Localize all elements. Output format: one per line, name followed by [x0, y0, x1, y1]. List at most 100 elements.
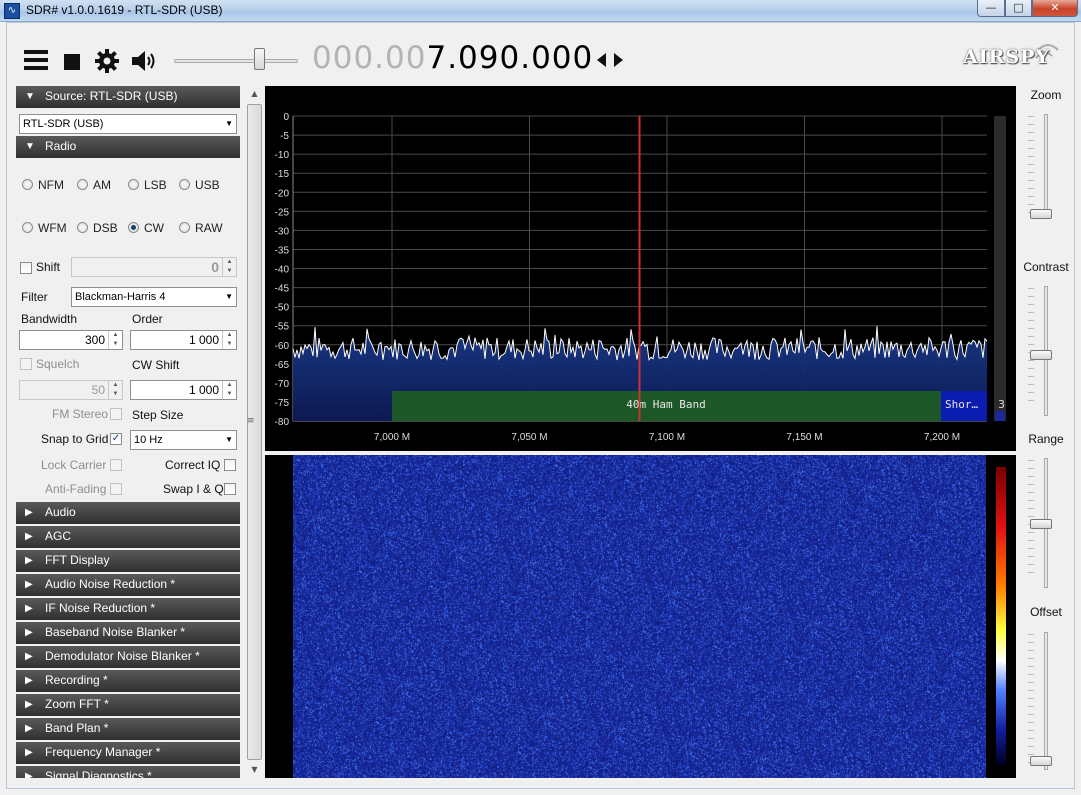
offset-slider-thumb[interactable]	[1030, 756, 1052, 766]
anti-fading-checkbox[interactable]	[110, 483, 122, 495]
step-size-select[interactable]: 10 Hz ▼	[130, 430, 237, 450]
section-header-audio[interactable]: ▶ Audio	[16, 502, 240, 524]
shift-input[interactable]: 0 ▲ ▼	[71, 257, 237, 277]
section-header-band-plan[interactable]: ▶ Band Plan *	[16, 718, 240, 740]
scroll-down-arrow-icon[interactable]: ▼	[246, 762, 263, 778]
range-slider-thumb[interactable]	[1030, 519, 1052, 529]
section-header-zoom-fft[interactable]: ▶ Zoom FFT *	[16, 694, 240, 716]
waterfall-canvas[interactable]	[293, 455, 986, 778]
mode-label: WFM	[38, 221, 67, 235]
settings-panel: ▼ Source: RTL-SDR (USB) RTL-SDR (USB) ▼ ▼ R…	[14, 86, 240, 778]
scroll-up-arrow-icon[interactable]: ▲	[246, 86, 263, 102]
contrast-label: Contrast	[1023, 260, 1069, 274]
splitter-grip-icon[interactable]: ≡	[247, 416, 255, 430]
squelch-checkbox[interactable]	[20, 358, 32, 370]
spectrum-display[interactable]: 0 -5 -10 -15 -20 -25 -30 -35 -40 -45 -50 -55 -60 -65 -…	[265, 86, 1016, 451]
frequency-display[interactable]: 000.007.090.000	[312, 40, 593, 76]
squelch-input[interactable]: 50 ▲ ▼	[19, 380, 123, 400]
section-header-demodulator-noise-blanker[interactable]: ▶ Demodulator Noise Blanker *	[16, 646, 240, 668]
close-button[interactable]: ✕	[1032, 0, 1078, 17]
spin-arrows-icon[interactable]: ▲ ▼	[108, 331, 122, 349]
spin-arrows-icon[interactable]: ▲ ▼	[222, 331, 236, 349]
radio-circle[interactable]	[179, 222, 190, 233]
section-header-frequency-manager[interactable]: ▶ Frequency Manager *	[16, 742, 240, 764]
section-header-baseband-noise-blanker[interactable]: ▶ Baseband Noise Blanker *	[16, 622, 240, 644]
section-header-signal-diagnostics[interactable]: ▶ Signal Diagnostics *	[16, 766, 240, 778]
section-header-audio-noise-reduction[interactable]: ▶ Audio Noise Reduction *	[16, 574, 240, 596]
maximize-button[interactable]: □	[1005, 0, 1032, 17]
band-plan-label: 40m Ham Band	[626, 398, 705, 411]
zoom-slider[interactable]	[1044, 114, 1048, 216]
settings-scrollbar[interactable]: ▲ ▼	[246, 86, 263, 778]
filter-select[interactable]: Blackman-Harris 4 ▼	[71, 287, 237, 307]
mode-radio-am[interactable]: AM	[77, 178, 111, 192]
bandwidth-input[interactable]: 300 ▲ ▼	[19, 330, 123, 350]
level-meter	[994, 116, 1006, 421]
waterfall-display[interactable]	[265, 455, 1016, 778]
radio-circle[interactable]	[179, 179, 190, 190]
offset-slider[interactable]	[1044, 632, 1048, 770]
lock-carrier-checkbox[interactable]	[110, 459, 122, 471]
stop-icon[interactable]	[64, 54, 80, 70]
spin-arrows-icon[interactable]: ▲ ▼	[108, 381, 122, 399]
radio-circle[interactable]	[22, 179, 33, 190]
mode-radio-wfm[interactable]: WFM	[22, 221, 67, 235]
section-header-agc[interactable]: ▶ AGC	[16, 526, 240, 548]
volume-slider-thumb[interactable]	[253, 48, 265, 70]
shift-label: Shift	[36, 260, 61, 274]
spin-arrows-icon[interactable]: ▲ ▼	[222, 381, 236, 399]
x-tick-label: 7,000 M	[374, 432, 410, 443]
range-label: Range	[1028, 432, 1064, 446]
y-tick-label: -60	[275, 341, 290, 352]
radio-circle[interactable]	[77, 222, 88, 233]
snap-to-grid-checkbox[interactable]: ✓	[110, 433, 122, 445]
section-header-source[interactable]: ▼ Source: RTL-SDR (USB)	[16, 86, 240, 108]
menu-icon[interactable]	[24, 50, 48, 70]
zoom-slider-thumb[interactable]	[1030, 209, 1052, 219]
bandwidth-value: 300	[84, 333, 105, 347]
level-meter-fill	[995, 411, 1005, 421]
cw-shift-input[interactable]: 1 000 ▲ ▼	[130, 380, 237, 400]
section-header-if-noise-reduction[interactable]: ▶ IF Noise Reduction *	[16, 598, 240, 620]
section-header-radio[interactable]: ▼ Radio	[16, 136, 240, 158]
mode-radio-dsb[interactable]: DSB	[77, 221, 118, 235]
collapse-triangle-icon: ▼	[25, 91, 35, 102]
gear-icon[interactable]	[94, 48, 120, 74]
minimize-button[interactable]: —	[977, 0, 1005, 17]
source-device-select[interactable]: RTL-SDR (USB) ▼	[19, 114, 237, 134]
squelch-value: 50	[91, 383, 105, 397]
scrollbar-thumb[interactable]	[247, 104, 262, 760]
radio-circle[interactable]	[22, 222, 33, 233]
swap-iq-checkbox[interactable]	[224, 483, 236, 495]
correct-iq-checkbox[interactable]	[224, 459, 236, 471]
y-tick-label: -5	[280, 131, 289, 142]
mode-radio-lsb[interactable]: LSB	[128, 178, 167, 192]
mode-radio-raw[interactable]: RAW	[179, 221, 223, 235]
mode-radio-nfm[interactable]: NFM	[22, 178, 64, 192]
mode-radio-usb[interactable]: USB	[179, 178, 220, 192]
order-input[interactable]: 1 000 ▲ ▼	[130, 330, 237, 350]
section-header-recording[interactable]: ▶ Recording *	[16, 670, 240, 692]
radio-circle-selected[interactable]	[128, 222, 139, 233]
frequency-leading-digits[interactable]: 000.00	[312, 40, 426, 76]
frequency-digits[interactable]: 7.090.000	[426, 40, 593, 76]
section-header-label: Zoom FFT *	[45, 697, 109, 711]
spin-arrows-icon[interactable]: ▲ ▼	[222, 258, 236, 276]
title-bar: ∿ SDR# v1.0.0.1619 - RTL-SDR (USB) — □ ✕	[0, 0, 1081, 22]
expand-triangle-icon: ▶	[25, 555, 33, 566]
anti-fading-label: Anti-Fading	[45, 482, 107, 496]
tune-arrows-icon[interactable]	[596, 52, 624, 68]
contrast-slider-thumb[interactable]	[1030, 350, 1052, 360]
volume-slider[interactable]	[174, 59, 298, 63]
radio-circle[interactable]	[77, 179, 88, 190]
fm-stereo-checkbox[interactable]	[110, 408, 122, 420]
swap-iq-label: Swap I & Q	[163, 482, 224, 496]
section-header-fft-display[interactable]: ▶ FFT Display	[16, 550, 240, 572]
mode-radio-cw[interactable]: CW	[128, 221, 164, 235]
speaker-icon[interactable]	[130, 48, 158, 74]
expand-triangle-icon: ▶	[25, 723, 33, 734]
mode-label: NFM	[38, 178, 64, 192]
radio-circle[interactable]	[128, 179, 139, 190]
shift-checkbox[interactable]	[20, 262, 32, 274]
section-header-label: Audio Noise Reduction *	[45, 577, 176, 591]
